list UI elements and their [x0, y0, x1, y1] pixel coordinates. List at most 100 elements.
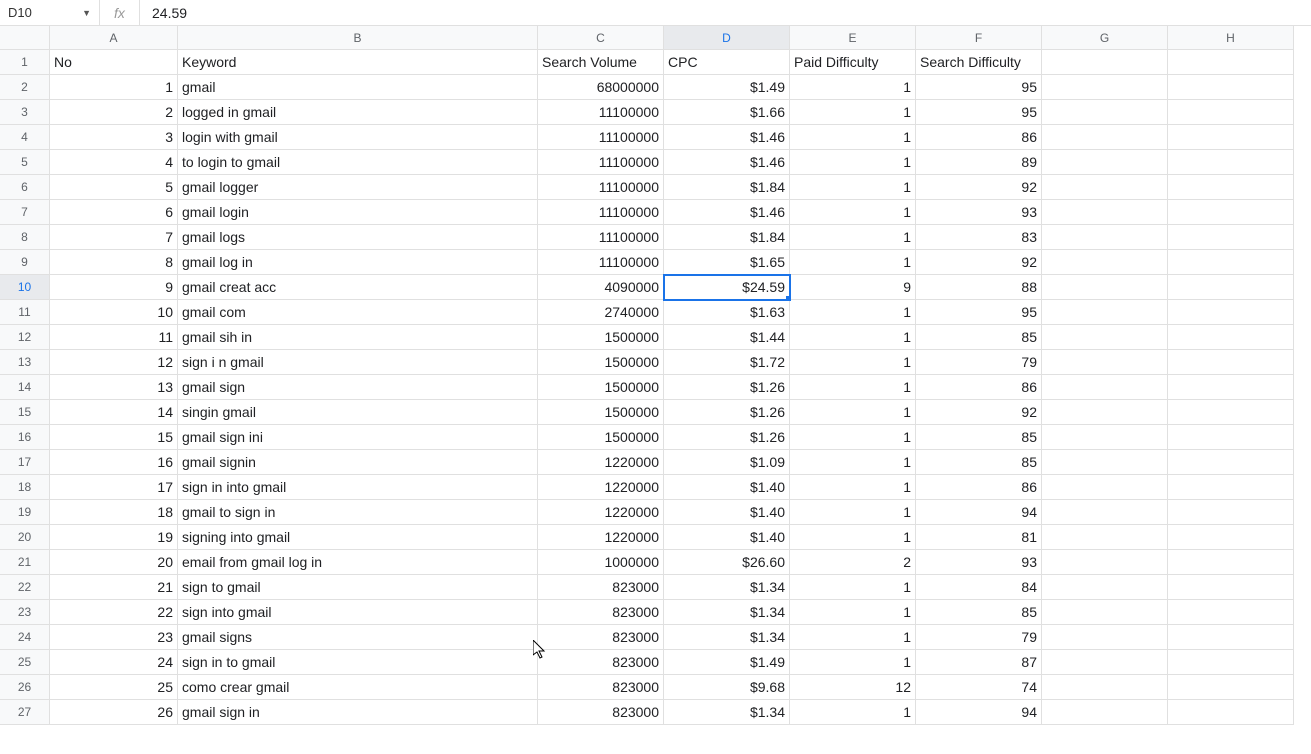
column-header-A[interactable]: A: [50, 26, 178, 50]
cell-G2[interactable]: [1042, 75, 1168, 100]
row-header-19[interactable]: 19: [0, 500, 50, 525]
cell-D1[interactable]: CPC: [664, 50, 790, 75]
cell-H18[interactable]: [1168, 475, 1294, 500]
cell-H9[interactable]: [1168, 250, 1294, 275]
cell-C12[interactable]: 1500000: [538, 325, 664, 350]
row-header-2[interactable]: 2: [0, 75, 50, 100]
cell-C13[interactable]: 1500000: [538, 350, 664, 375]
cell-C10[interactable]: 4090000: [538, 275, 664, 300]
cell-B23[interactable]: sign into gmail: [178, 600, 538, 625]
row-header-15[interactable]: 15: [0, 400, 50, 425]
cell-C23[interactable]: 823000: [538, 600, 664, 625]
cell-H10[interactable]: [1168, 275, 1294, 300]
cell-E23[interactable]: 1: [790, 600, 916, 625]
cell-D10[interactable]: $24.59: [664, 275, 790, 300]
cell-A5[interactable]: 4: [50, 150, 178, 175]
cell-G5[interactable]: [1042, 150, 1168, 175]
cell-G8[interactable]: [1042, 225, 1168, 250]
cell-E17[interactable]: 1: [790, 450, 916, 475]
cell-C9[interactable]: 11100000: [538, 250, 664, 275]
cell-E19[interactable]: 1: [790, 500, 916, 525]
cell-H14[interactable]: [1168, 375, 1294, 400]
cell-F1[interactable]: Search Difficulty: [916, 50, 1042, 75]
cell-E22[interactable]: 1: [790, 575, 916, 600]
cell-H11[interactable]: [1168, 300, 1294, 325]
cell-C25[interactable]: 823000: [538, 650, 664, 675]
cell-C1[interactable]: Search Volume: [538, 50, 664, 75]
cell-F25[interactable]: 87: [916, 650, 1042, 675]
cell-A24[interactable]: 23: [50, 625, 178, 650]
cell-C15[interactable]: 1500000: [538, 400, 664, 425]
cell-D16[interactable]: $1.26: [664, 425, 790, 450]
cell-A22[interactable]: 21: [50, 575, 178, 600]
cell-D17[interactable]: $1.09: [664, 450, 790, 475]
cell-B18[interactable]: sign in into gmail: [178, 475, 538, 500]
cell-G19[interactable]: [1042, 500, 1168, 525]
cell-H5[interactable]: [1168, 150, 1294, 175]
cell-G20[interactable]: [1042, 525, 1168, 550]
row-header-27[interactable]: 27: [0, 700, 50, 725]
cell-A18[interactable]: 17: [50, 475, 178, 500]
cell-C26[interactable]: 823000: [538, 675, 664, 700]
cell-C18[interactable]: 1220000: [538, 475, 664, 500]
cell-F21[interactable]: 93: [916, 550, 1042, 575]
cell-E3[interactable]: 1: [790, 100, 916, 125]
row-header-4[interactable]: 4: [0, 125, 50, 150]
row-header-1[interactable]: 1: [0, 50, 50, 75]
cell-G17[interactable]: [1042, 450, 1168, 475]
cell-H7[interactable]: [1168, 200, 1294, 225]
cell-H8[interactable]: [1168, 225, 1294, 250]
row-header-23[interactable]: 23: [0, 600, 50, 625]
row-header-24[interactable]: 24: [0, 625, 50, 650]
cell-E16[interactable]: 1: [790, 425, 916, 450]
cell-G26[interactable]: [1042, 675, 1168, 700]
cell-F15[interactable]: 92: [916, 400, 1042, 425]
column-header-C[interactable]: C: [538, 26, 664, 50]
cell-F19[interactable]: 94: [916, 500, 1042, 525]
cell-A4[interactable]: 3: [50, 125, 178, 150]
cell-B6[interactable]: gmail logger: [178, 175, 538, 200]
cell-B1[interactable]: Keyword: [178, 50, 538, 75]
cell-E15[interactable]: 1: [790, 400, 916, 425]
cell-H20[interactable]: [1168, 525, 1294, 550]
cell-H4[interactable]: [1168, 125, 1294, 150]
cell-A15[interactable]: 14: [50, 400, 178, 425]
cell-H6[interactable]: [1168, 175, 1294, 200]
cell-G25[interactable]: [1042, 650, 1168, 675]
cell-G14[interactable]: [1042, 375, 1168, 400]
cell-H17[interactable]: [1168, 450, 1294, 475]
cell-D26[interactable]: $9.68: [664, 675, 790, 700]
cell-G4[interactable]: [1042, 125, 1168, 150]
row-header-8[interactable]: 8: [0, 225, 50, 250]
cell-E18[interactable]: 1: [790, 475, 916, 500]
cell-F12[interactable]: 85: [916, 325, 1042, 350]
cell-E14[interactable]: 1: [790, 375, 916, 400]
cell-H15[interactable]: [1168, 400, 1294, 425]
cell-F7[interactable]: 93: [916, 200, 1042, 225]
column-header-F[interactable]: F: [916, 26, 1042, 50]
cell-G13[interactable]: [1042, 350, 1168, 375]
cell-A13[interactable]: 12: [50, 350, 178, 375]
cell-A27[interactable]: 26: [50, 700, 178, 725]
cell-F23[interactable]: 85: [916, 600, 1042, 625]
cell-B17[interactable]: gmail signin: [178, 450, 538, 475]
cell-D20[interactable]: $1.40: [664, 525, 790, 550]
cell-C2[interactable]: 68000000: [538, 75, 664, 100]
cell-B5[interactable]: to login to gmail: [178, 150, 538, 175]
row-header-26[interactable]: 26: [0, 675, 50, 700]
cell-H27[interactable]: [1168, 700, 1294, 725]
cell-D14[interactable]: $1.26: [664, 375, 790, 400]
cell-C24[interactable]: 823000: [538, 625, 664, 650]
cell-B13[interactable]: sign i n gmail: [178, 350, 538, 375]
cell-B7[interactable]: gmail login: [178, 200, 538, 225]
cell-E5[interactable]: 1: [790, 150, 916, 175]
row-header-17[interactable]: 17: [0, 450, 50, 475]
name-box-dropdown-icon[interactable]: ▼: [82, 8, 91, 18]
cell-A7[interactable]: 6: [50, 200, 178, 225]
cell-E7[interactable]: 1: [790, 200, 916, 225]
cell-E12[interactable]: 1: [790, 325, 916, 350]
cell-F20[interactable]: 81: [916, 525, 1042, 550]
formula-input[interactable]: 24.59: [140, 0, 1311, 25]
cell-F3[interactable]: 95: [916, 100, 1042, 125]
cell-D25[interactable]: $1.49: [664, 650, 790, 675]
